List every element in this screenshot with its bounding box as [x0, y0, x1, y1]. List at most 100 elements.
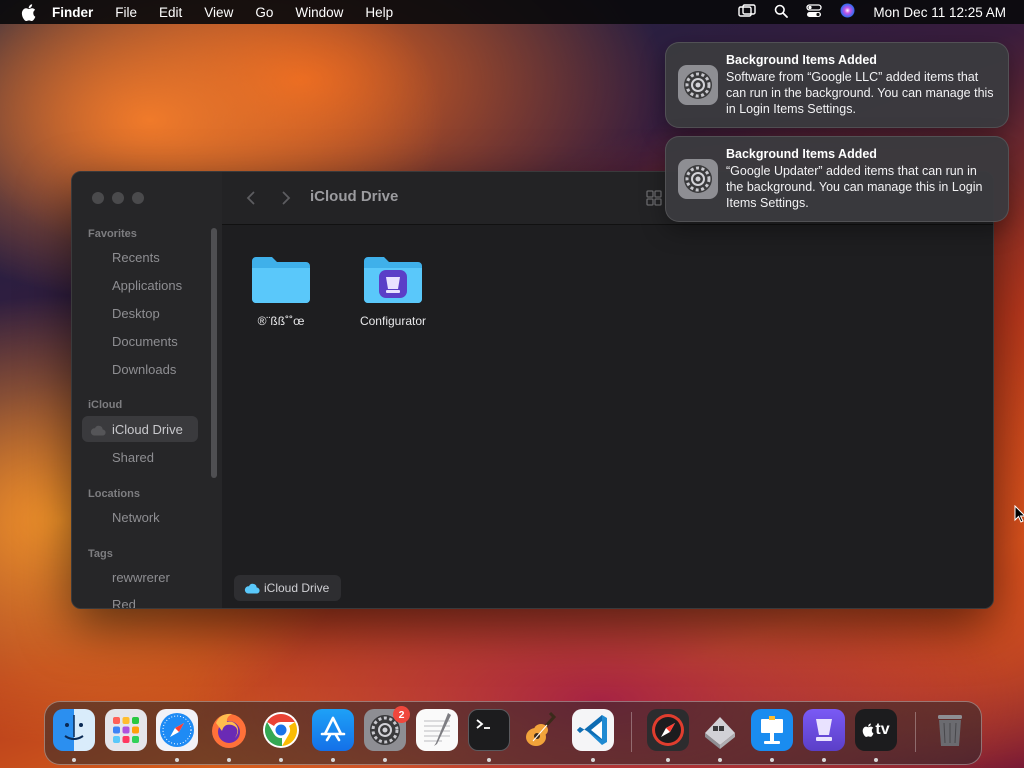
folder-icon — [252, 257, 310, 303]
sidebar-header-tags: Tags — [88, 548, 113, 560]
dock-apple-tv-icon[interactable]: tv — [855, 709, 897, 751]
file-name: Configurator — [359, 314, 427, 328]
dock-garageband-icon[interactable] — [520, 709, 562, 751]
file-item-configurator[interactable]: Configurator — [348, 255, 438, 328]
dock-safari-icon[interactable] — [156, 709, 198, 751]
sidebar-item-downloads[interactable]: Downloads — [82, 356, 198, 382]
file-item-folder[interactable]: ®¨ßß˚˚œ — [236, 255, 326, 328]
sidebar-header-icloud: iCloud — [88, 399, 123, 411]
system-settings-icon — [678, 159, 718, 199]
menu-go[interactable]: Go — [255, 5, 273, 20]
dock-terminal-icon[interactable] — [468, 709, 510, 751]
running-indicator — [72, 758, 76, 762]
minimize-button[interactable] — [112, 192, 124, 204]
sidebar-item-tag-red[interactable]: Red — [82, 591, 198, 609]
dock-vscode-icon[interactable] — [572, 709, 614, 751]
menu-bar-clock[interactable]: Mon Dec 11 12:25 AM — [873, 5, 1006, 20]
notification-title: Background Items Added — [726, 147, 877, 161]
zoom-button[interactable] — [132, 192, 144, 204]
dock-finder-icon[interactable] — [53, 709, 95, 751]
sidebar-item-documents[interactable]: Documents — [82, 328, 198, 354]
menu-file[interactable]: File — [115, 5, 137, 20]
notification-background-items-google-llc[interactable]: Background Items Added Software from “Go… — [665, 42, 1009, 128]
system-settings-icon — [678, 65, 718, 105]
sidebar-item-icloud-drive[interactable]: iCloud Drive — [82, 416, 198, 442]
notification-background-items-google-updater[interactable]: Background Items Added “Google Updater” … — [665, 136, 1009, 222]
sidebar-item-label: rewwrerer — [112, 569, 170, 585]
running-indicator — [487, 758, 491, 762]
chevron-left-icon — [246, 191, 254, 205]
control-center-icon[interactable] — [806, 3, 823, 21]
dock-firefox-icon[interactable] — [208, 709, 250, 751]
path-bar[interactable]: iCloud Drive — [234, 575, 342, 601]
sidebar-item-label: Recents — [112, 249, 160, 265]
sidebar-item-tag-rewwrerer[interactable]: rewwrerer — [82, 564, 198, 590]
running-indicator — [331, 758, 335, 762]
sidebar-header-locations: Locations — [88, 488, 140, 500]
file-name: ®¨ßß˚˚œ — [257, 314, 305, 328]
sidebar-item-label: Applications — [112, 277, 183, 293]
back-button[interactable] — [240, 188, 260, 208]
icloud-icon — [90, 424, 106, 439]
menu-window[interactable]: Window — [295, 5, 343, 20]
dock-launchpad-icon[interactable] — [105, 709, 147, 751]
running-indicator — [591, 758, 595, 762]
chevron-right-icon — [282, 191, 290, 205]
window-title: iCloud Drive — [310, 188, 399, 205]
running-indicator — [874, 758, 878, 762]
close-button[interactable] — [92, 192, 104, 204]
mouse-cursor-icon — [1014, 504, 1024, 528]
menu-finder[interactable]: Finder — [52, 5, 93, 20]
dock-safari-technology-preview-icon[interactable] — [647, 709, 689, 751]
finder-window: Favorites Recents Applications Desktop D… — [71, 171, 994, 609]
apple-menu-icon[interactable] — [18, 2, 38, 22]
sidebar-item-desktop[interactable]: Desktop — [82, 300, 198, 326]
configurator-folder-icon — [364, 257, 422, 303]
dock-trash-icon[interactable] — [929, 709, 971, 751]
dock: 2 tv — [44, 701, 982, 765]
menu-help[interactable]: Help — [365, 5, 393, 20]
spotlight-search-icon[interactable] — [774, 4, 789, 21]
notification-title: Background Items Added — [726, 53, 877, 67]
menu-bar: Finder File Edit View Go Window Help Mon… — [0, 0, 1024, 24]
dock-separator — [631, 712, 632, 752]
menu-edit[interactable]: Edit — [159, 5, 182, 20]
sidebar-item-label: iCloud Drive — [112, 421, 183, 437]
notification-body: Software from “Google LLC” added items t… — [726, 70, 994, 116]
finder-sidebar: Favorites Recents Applications Desktop D… — [72, 172, 223, 608]
icloud-icon — [244, 583, 260, 594]
grid-view-icon[interactable] — [646, 190, 662, 206]
screen-mirroring-icon[interactable] — [738, 3, 757, 21]
sidebar-item-label: Shared — [112, 449, 154, 465]
dock-keynote-icon[interactable] — [751, 709, 793, 751]
dock-app-store-icon[interactable] — [312, 709, 354, 751]
apple-tv-label: tv — [875, 721, 890, 738]
running-indicator — [227, 758, 231, 762]
dock-boot-camp-assistant-icon[interactable] — [699, 709, 741, 751]
running-indicator — [718, 758, 722, 762]
sidebar-item-label: Documents — [112, 333, 178, 349]
forward-button[interactable] — [276, 188, 296, 208]
dock-apple-configurator-icon[interactable] — [803, 709, 845, 751]
sidebar-item-label: Downloads — [112, 361, 177, 377]
apple-logo-icon — [863, 723, 874, 737]
running-indicator — [175, 758, 179, 762]
dock-textedit-icon[interactable] — [416, 709, 458, 751]
notification-badge: 2 — [393, 706, 410, 723]
sidebar-item-shared[interactable]: Shared — [82, 444, 198, 470]
siri-icon[interactable] — [840, 3, 855, 21]
sidebar-item-applications[interactable]: Applications — [82, 272, 198, 298]
sidebar-item-recents[interactable]: Recents — [82, 244, 198, 270]
sidebar-item-label: Desktop — [112, 305, 160, 321]
sidebar-header-favorites: Favorites — [88, 228, 137, 240]
running-indicator — [279, 758, 283, 762]
notification-body: “Google Updater” added items that can ru… — [726, 164, 983, 210]
dock-separator — [915, 712, 916, 752]
sidebar-item-network[interactable]: Network — [82, 504, 198, 530]
running-indicator — [770, 758, 774, 762]
dock-chrome-icon[interactable] — [260, 709, 302, 751]
menu-view[interactable]: View — [204, 5, 233, 20]
sidebar-scrollbar[interactable] — [211, 228, 217, 478]
sidebar-item-label: Red — [112, 596, 136, 609]
window-controls — [92, 192, 144, 204]
